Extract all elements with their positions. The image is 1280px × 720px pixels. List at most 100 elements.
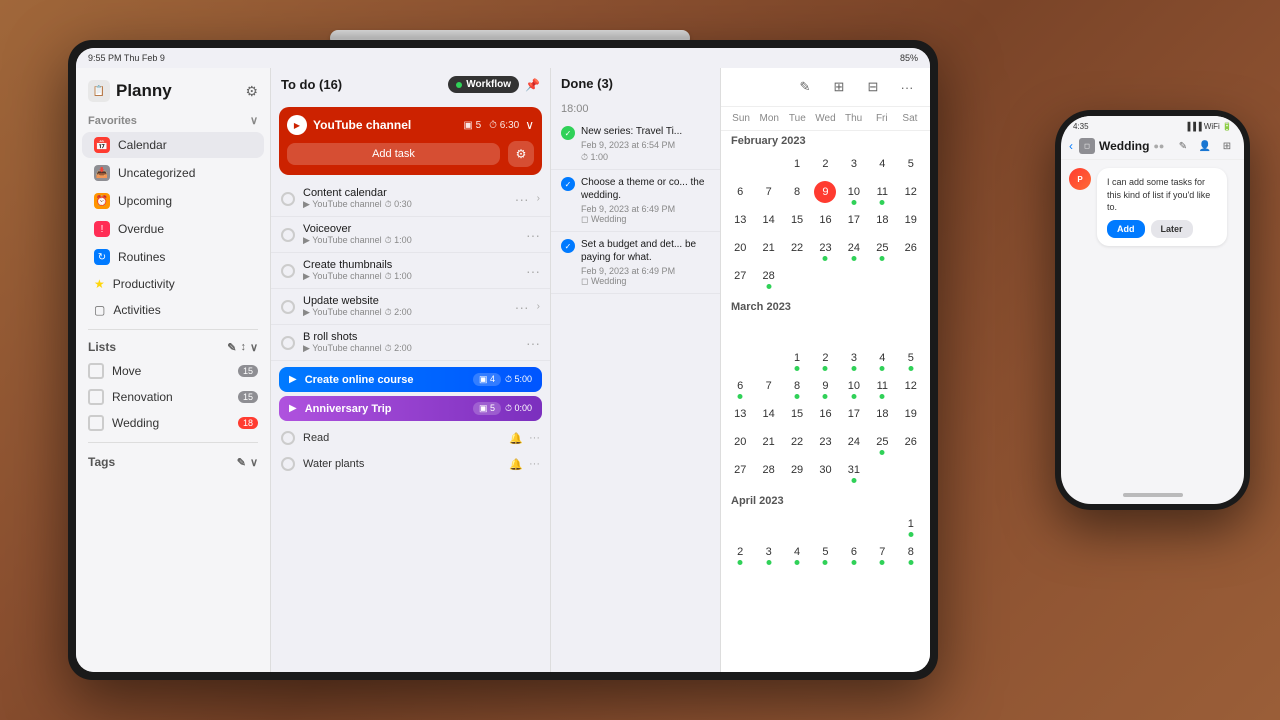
more-cal-icon[interactable]: ··· xyxy=(894,74,920,100)
add-button[interactable]: Add xyxy=(1107,220,1145,238)
task-item-thumbnails[interactable]: Create thumbnails ▶ YouTube channel ⏱ 1:… xyxy=(271,253,550,289)
done-item-1[interactable]: ✓ New series: Travel Ti... Feb 9, 2023 a… xyxy=(551,119,720,170)
cal-day[interactable]: 27 xyxy=(727,263,753,289)
workflow-badge[interactable]: Workflow xyxy=(448,76,519,93)
cal-day[interactable]: 7 xyxy=(869,539,895,565)
cal-day[interactable]: 3 xyxy=(755,539,781,565)
cal-day[interactable]: 10 xyxy=(841,179,867,205)
task-checkbox[interactable] xyxy=(281,300,295,314)
cal-day[interactable]: 31 xyxy=(841,457,867,483)
task-online-course[interactable]: ▶ Create online course ▣ 4 ⏱ 5:00 xyxy=(279,367,542,392)
list-item-renovation[interactable]: Renovation 15 xyxy=(76,384,270,410)
sidebar-item-upcoming[interactable]: ⏰ Upcoming xyxy=(82,188,264,214)
cal-day[interactable]: 5 xyxy=(812,539,838,565)
cal-day[interactable]: 20 xyxy=(727,429,753,455)
task-group-youtube[interactable]: ▶ YouTube channel ▣ 5 ⏱ 6:30 ∨ Add task xyxy=(279,107,542,175)
task-more-icon[interactable]: ··· xyxy=(526,335,540,351)
cal-day[interactable]: 3 xyxy=(841,345,867,371)
more-icon[interactable]: ··· xyxy=(529,432,540,445)
cal-day[interactable]: 1 xyxy=(784,345,810,371)
sort-list-icon[interactable]: ↕ xyxy=(240,341,246,354)
later-button[interactable]: Later xyxy=(1151,220,1193,238)
cal-day[interactable]: 25 xyxy=(869,235,895,261)
task-more-icon[interactable]: ··· xyxy=(526,227,540,243)
cal-day[interactable]: 2 xyxy=(812,345,838,371)
list-item-wedding[interactable]: Wedding 18 xyxy=(76,410,270,436)
cal-day[interactable]: 14 xyxy=(755,401,781,427)
expand-lists-icon[interactable]: ∨ xyxy=(250,341,258,354)
cal-day[interactable]: 18 xyxy=(869,401,895,427)
task-checkbox[interactable] xyxy=(281,192,295,206)
cal-day[interactable]: 9 xyxy=(812,373,838,399)
cal-day[interactable]: 22 xyxy=(784,235,810,261)
done-item-3[interactable]: ✓ Set a budget and det... be paying for … xyxy=(551,232,720,294)
task-checkbox[interactable] xyxy=(281,228,295,242)
more-icon[interactable]: ··· xyxy=(529,458,540,471)
cal-day[interactable]: 25 xyxy=(869,429,895,455)
cal-day[interactable]: 13 xyxy=(727,401,753,427)
cal-day[interactable]: 12 xyxy=(898,373,924,399)
share-icon[interactable]: 👤 xyxy=(1196,137,1214,155)
cal-day[interactable]: 22 xyxy=(784,429,810,455)
task-checkbox[interactable] xyxy=(281,264,295,278)
cal-day[interactable]: 18 xyxy=(869,207,895,233)
cal-day[interactable]: 16 xyxy=(812,401,838,427)
cal-day[interactable]: 15 xyxy=(784,401,810,427)
cal-day[interactable]: 11 xyxy=(869,179,895,205)
cal-day[interactable]: 10 xyxy=(841,373,867,399)
cal-day[interactable]: 21 xyxy=(755,429,781,455)
cal-day[interactable]: 24 xyxy=(841,235,867,261)
cal-day[interactable]: 26 xyxy=(898,429,924,455)
cal-day[interactable]: 21 xyxy=(755,235,781,261)
edit-tags-icon[interactable]: ✎ xyxy=(237,456,246,469)
task-more-icon[interactable]: ··· xyxy=(515,191,529,207)
cal-day[interactable]: 3 xyxy=(841,151,867,177)
view-toggle-icon[interactable]: ⊞ xyxy=(826,74,852,100)
task-water-plants[interactable]: Water plants 🔔 ··· xyxy=(271,451,550,477)
settings-icon[interactable]: ⚙ xyxy=(245,83,258,100)
cal-day[interactable]: 30 xyxy=(812,457,838,483)
cal-day-today[interactable]: 9 xyxy=(812,179,838,205)
list-item-move[interactable]: Move 15 xyxy=(76,358,270,384)
cal-day[interactable]: 15 xyxy=(784,207,810,233)
sidebar-item-productivity[interactable]: ★ Productivity xyxy=(82,272,264,296)
cal-day[interactable]: 24 xyxy=(841,429,867,455)
cal-day[interactable]: 8 xyxy=(784,373,810,399)
more-icon[interactable]: ⊞ xyxy=(1218,137,1236,155)
done-item-2[interactable]: ✓ Choose a theme or co... the wedding. F… xyxy=(551,170,720,232)
sidebar-item-activities[interactable]: ▢ Activities xyxy=(82,298,264,322)
cal-day[interactable]: 19 xyxy=(898,207,924,233)
cal-day[interactable]: 17 xyxy=(841,207,867,233)
task-group-gear-button[interactable]: ⚙ xyxy=(508,141,534,167)
cal-day[interactable]: 4 xyxy=(784,539,810,565)
cal-day[interactable]: 20 xyxy=(727,235,753,261)
add-list-icon[interactable]: ✎ xyxy=(227,341,236,354)
cal-day[interactable]: 19 xyxy=(898,401,924,427)
pin-icon[interactable]: 📌 xyxy=(525,78,540,92)
cal-day[interactable]: 1 xyxy=(898,511,924,537)
expand-group-icon[interactable]: ∨ xyxy=(525,118,534,132)
expand-tags-icon[interactable]: ∨ xyxy=(250,456,258,469)
cal-day[interactable]: 4 xyxy=(869,345,895,371)
cal-day[interactable]: 2 xyxy=(812,151,838,177)
sidebar-item-calendar[interactable]: 📅 Calendar xyxy=(82,132,264,158)
cal-day[interactable]: 7 xyxy=(755,179,781,205)
sidebar-item-routines[interactable]: ↻ Routines xyxy=(82,244,264,270)
tasks-scroll[interactable]: ▶ YouTube channel ▣ 5 ⏱ 6:30 ∨ Add task xyxy=(271,107,550,672)
cal-day[interactable]: 23 xyxy=(812,429,838,455)
task-anniversary-trip[interactable]: ▶ Anniversary Trip ▣ 5 ⏱ 0:00 xyxy=(279,396,542,421)
edit-cal-icon[interactable]: ✎ xyxy=(792,74,818,100)
add-task-button[interactable]: Add task xyxy=(287,143,500,165)
cal-day[interactable]: 7 xyxy=(755,373,781,399)
cal-day[interactable]: 16 xyxy=(812,207,838,233)
cal-day[interactable]: 28 xyxy=(755,263,781,289)
task-item-broll[interactable]: B roll shots ▶ YouTube channel ⏱ 2:00 ··… xyxy=(271,325,550,361)
task-more-icon[interactable]: ··· xyxy=(526,263,540,279)
cal-day[interactable]: 14 xyxy=(755,207,781,233)
cal-day[interactable]: 11 xyxy=(869,373,895,399)
back-button[interactable]: ‹ xyxy=(1069,139,1073,153)
cal-day[interactable]: 26 xyxy=(898,235,924,261)
task-checkbox[interactable] xyxy=(281,431,295,445)
cal-day[interactable]: 5 xyxy=(898,151,924,177)
task-more-icon[interactable]: ··· xyxy=(515,299,529,315)
